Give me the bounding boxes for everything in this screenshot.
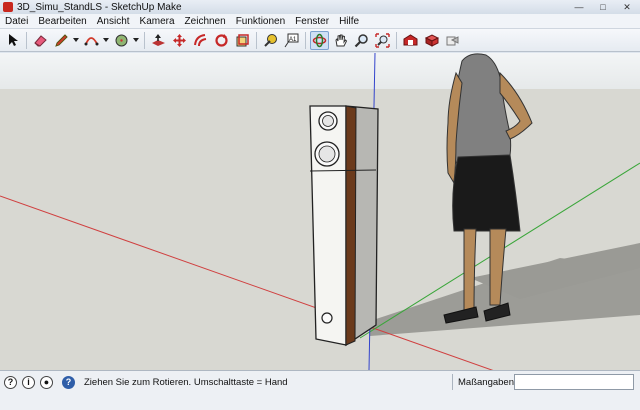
menu-fenster[interactable]: Fenster	[290, 16, 334, 27]
pan-tool-button[interactable]	[331, 31, 350, 50]
arc-dropdown[interactable]	[102, 31, 109, 50]
tweeter-inner	[322, 115, 334, 127]
menu-kamera[interactable]: Kamera	[135, 16, 180, 27]
woofer-inner	[318, 145, 336, 163]
text-label-icon: A1	[284, 33, 299, 47]
pencil-tool-button[interactable]	[52, 31, 71, 50]
figure-skirt	[452, 154, 521, 232]
toolbar-separator	[256, 31, 257, 49]
maximize-button[interactable]: □	[594, 2, 612, 12]
push-pull-tool-button[interactable]	[149, 31, 168, 50]
warehouse-icon	[403, 33, 418, 45]
hand-icon	[335, 34, 348, 46]
svg-text:A1: A1	[289, 37, 297, 43]
3d-warehouse-button[interactable]	[401, 31, 420, 50]
toolbar-separator	[144, 31, 145, 49]
sky	[0, 53, 640, 89]
measurements-label: Maßangaben	[458, 377, 514, 388]
close-button[interactable]: ✕	[618, 2, 636, 12]
main-toolbar: A1	[0, 29, 640, 52]
share-model-button[interactable]	[443, 31, 462, 50]
status-hint: Ziehen Sie zum Rotieren. Umschalttaste =…	[84, 377, 288, 388]
dropdown-arrow-icon	[132, 38, 139, 42]
push-pull-icon	[152, 33, 165, 46]
rotate-tool-button[interactable]	[212, 31, 231, 50]
zoom-extents-tool-button[interactable]	[373, 31, 392, 50]
speaker-model	[309, 105, 379, 347]
rotate-icon	[215, 33, 228, 47]
orbit-icon	[312, 33, 327, 47]
title-bar: 3D_Simu_StandLS - SketchUp Make — □ ✕	[0, 0, 640, 14]
eraser-tool-button[interactable]	[31, 31, 50, 50]
tape-measure-tool-button[interactable]	[261, 31, 280, 50]
scale-icon	[236, 33, 249, 46]
user-account-icon[interactable]: ●	[40, 376, 53, 389]
menu-bearbeiten[interactable]: Bearbeiten	[33, 16, 91, 27]
geolocation-icon[interactable]: ?	[4, 376, 17, 389]
menu-hilfe[interactable]: Hilfe	[334, 16, 364, 27]
arrow-cursor-icon	[8, 34, 18, 46]
select-tool-button[interactable]	[3, 31, 22, 50]
minimize-button[interactable]: —	[570, 2, 588, 12]
status-separator	[452, 374, 453, 390]
toolbar-separator	[26, 31, 27, 49]
pencil-dropdown[interactable]	[72, 31, 79, 50]
help-icon[interactable]: ?	[62, 376, 75, 389]
3d-viewport[interactable]	[0, 53, 640, 370]
share-model-icon	[446, 35, 459, 45]
figure-left-leg	[463, 228, 477, 312]
scene-canvas	[0, 53, 640, 370]
bass-port	[321, 312, 333, 324]
measurements-input[interactable]	[514, 374, 634, 390]
menu-zeichnen[interactable]: Zeichnen	[180, 16, 231, 27]
offset-tool-button[interactable]	[191, 31, 210, 50]
window-controls: — □ ✕	[570, 0, 636, 14]
text-tool-button[interactable]: A1	[282, 31, 301, 50]
eraser-icon	[34, 34, 47, 47]
speaker-wood-panel	[345, 105, 357, 346]
dropdown-arrow-icon	[102, 38, 109, 42]
arc-icon	[84, 36, 99, 45]
magnifier-icon	[354, 33, 368, 47]
arc-tool-button[interactable]	[82, 31, 101, 50]
shapes-tool-button[interactable]	[112, 31, 131, 50]
extension-warehouse-icon	[424, 33, 439, 47]
move-arrows-icon	[173, 33, 186, 47]
orbit-tool-button[interactable]	[310, 30, 329, 50]
toolbar-separator	[396, 31, 397, 49]
sketchup-app-icon	[3, 2, 13, 12]
scale-tool-button[interactable]	[233, 31, 252, 50]
move-tool-button[interactable]	[170, 31, 189, 50]
window-title: 3D_Simu_StandLS - SketchUp Make	[17, 1, 182, 13]
extension-warehouse-button[interactable]	[422, 31, 441, 50]
menu-datei[interactable]: Datei	[0, 16, 33, 27]
menu-ansicht[interactable]: Ansicht	[92, 16, 135, 27]
pencil-icon	[55, 33, 68, 47]
zoom-tool-button[interactable]	[352, 31, 371, 50]
zoom-extents-icon	[375, 32, 390, 48]
credits-icon[interactable]: i	[22, 376, 35, 389]
status-bar: ? i ● ? Ziehen Sie zum Rotieren. Umschal…	[0, 370, 640, 410]
offset-icon	[194, 33, 207, 46]
tape-measure-icon	[264, 33, 277, 47]
toolbar-separator	[305, 31, 306, 49]
menu-bar: Datei Bearbeiten Ansicht Kamera Zeichnen…	[0, 14, 640, 29]
menu-funktionen[interactable]: Funktionen	[231, 16, 290, 27]
circle-shape-icon	[115, 34, 128, 46]
shapes-dropdown[interactable]	[132, 31, 139, 50]
dropdown-arrow-icon	[72, 38, 79, 42]
